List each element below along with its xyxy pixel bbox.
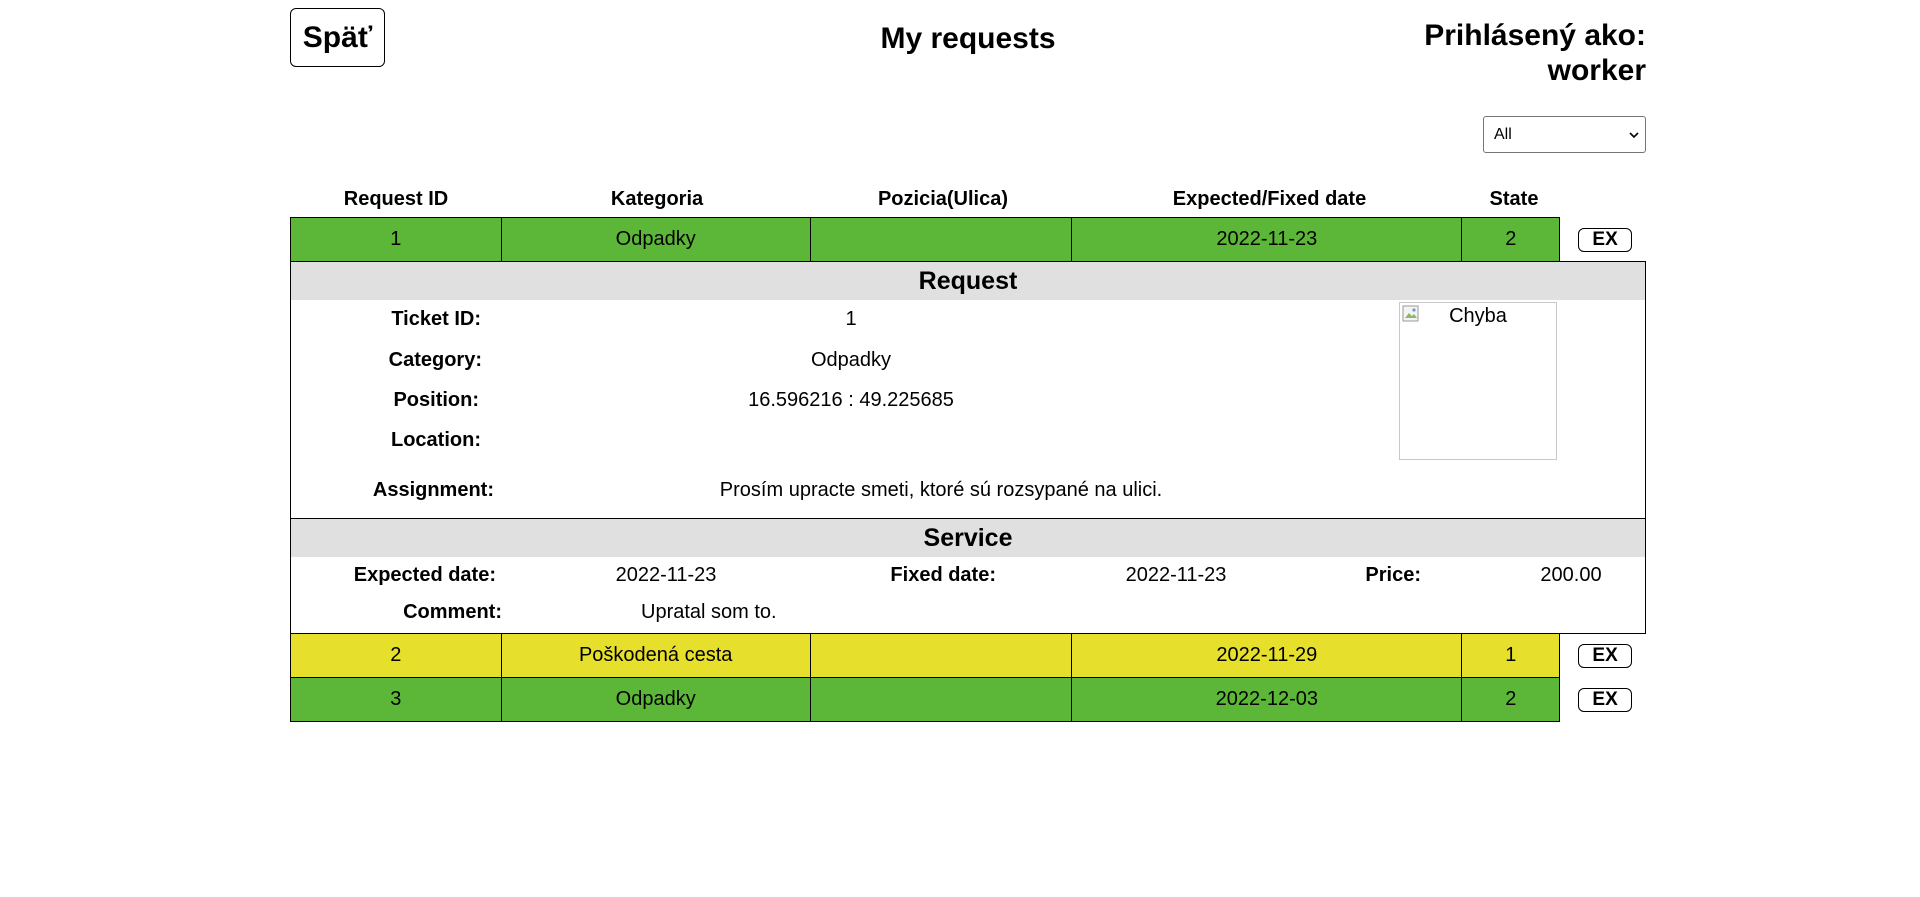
assignment-value: Prosím upracte smeti, ktoré sú rozsypané… <box>719 479 1163 501</box>
ticket-id-value: 1 <box>845 308 857 330</box>
price-label: Price: <box>1365 564 1421 586</box>
column-header-state: State <box>1489 187 1539 210</box>
column-header-position: Pozicia(Ulica) <box>877 187 1009 210</box>
fixed-date-label: Fixed date: <box>890 564 996 586</box>
table-row: 2 Poškodená cesta 2022-11-29 1 EX <box>290 633 1646 678</box>
comment-label: Comment: <box>403 601 502 623</box>
cell-position <box>809 633 1073 678</box>
column-header-date: Expected/Fixed date <box>1172 187 1367 210</box>
request-section-title: Request <box>291 262 1645 300</box>
logged-in-label: Prihlásený ako: <box>1424 19 1646 52</box>
request-details: Ticket ID: 1 Category: Odpadky Position:… <box>291 300 1645 518</box>
column-header-request-id: Request ID <box>343 187 449 210</box>
requests-table: Request ID Kategoria Pozicia(Ulica) Expe… <box>290 180 1646 722</box>
row-actions: EX <box>1560 634 1646 678</box>
position-value: 16.596216 : 49.225685 <box>748 389 954 411</box>
state-filter-value: All <box>1494 125 1512 143</box>
column-header-category: Kategoria <box>610 187 704 210</box>
cell-state: 1 <box>1461 633 1561 678</box>
expand-button[interactable]: EX <box>1578 688 1633 712</box>
username: worker <box>1547 54 1646 87</box>
price-value: 200.00 <box>1540 564 1602 586</box>
fixed-date-value: 2022-11-23 <box>1125 564 1227 586</box>
cell-state: 2 <box>1461 217 1561 262</box>
location-label: Location: <box>391 429 481 451</box>
category-label: Category: <box>388 349 482 371</box>
cell-date: 2022-12-03 <box>1071 677 1463 722</box>
cell-request-id: 3 <box>290 677 502 722</box>
table-header-row: Request ID Kategoria Pozicia(Ulica) Expe… <box>290 180 1646 218</box>
service-details: Expected date: 2022-11-23 Fixed date: 20… <box>291 557 1645 633</box>
table-row: 1 Odpadky 2022-11-23 2 EX <box>290 217 1646 262</box>
cell-date: 2022-11-29 <box>1071 633 1463 678</box>
cell-request-id: 2 <box>290 633 502 678</box>
expand-button[interactable]: EX <box>1578 228 1633 252</box>
assignment-label: Assignment: <box>372 479 494 501</box>
row-actions: EX <box>1560 678 1646 722</box>
cell-date: 2022-11-23 <box>1071 217 1463 262</box>
request-photo: Chyba <box>1399 302 1557 460</box>
row-actions: EX <box>1560 218 1646 262</box>
cell-request-id: 1 <box>290 217 502 262</box>
cell-category: Poškodená cesta <box>500 633 811 678</box>
cell-category: Odpadky <box>500 217 811 262</box>
expected-date-label: Expected date: <box>353 564 496 586</box>
service-section-title: Service <box>291 519 1645 557</box>
photo-alt-text: Chyba <box>1449 305 1507 327</box>
logged-in-user: Prihlásený ako: worker <box>1424 18 1646 88</box>
cell-position <box>809 677 1073 722</box>
position-label: Position: <box>393 389 479 411</box>
cell-category: Odpadky <box>500 677 811 722</box>
category-value: Odpadky <box>810 349 892 371</box>
ticket-id-label: Ticket ID: <box>391 308 481 330</box>
state-filter-select[interactable]: All <box>1483 116 1646 153</box>
comment-value: Upratal som to. <box>641 601 777 623</box>
request-detail-panel: Request Ticket ID: 1 Category: Odpadky P… <box>290 261 1646 634</box>
cell-state: 2 <box>1461 677 1561 722</box>
expand-button[interactable]: EX <box>1578 644 1633 668</box>
cell-position <box>809 217 1073 262</box>
expected-date-value: 2022-11-23 <box>615 564 717 586</box>
chevron-down-icon <box>1629 131 1639 138</box>
table-row: 3 Odpadky 2022-12-03 2 EX <box>290 677 1646 722</box>
